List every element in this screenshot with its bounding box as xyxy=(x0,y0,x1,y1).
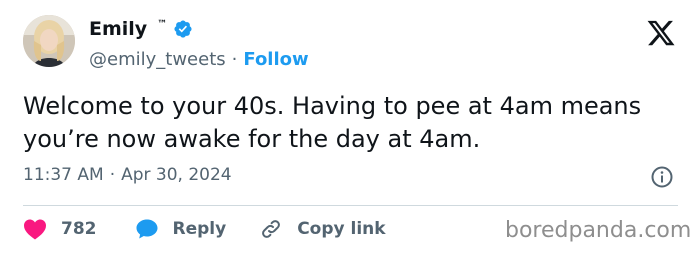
like-button[interactable]: 782 xyxy=(23,218,97,240)
tweet-time[interactable]: 11:37 AM xyxy=(23,165,104,185)
tweet-timestamp[interactable]: 11:37 AM · Apr 30, 2024 xyxy=(23,165,232,185)
follow-button[interactable]: Follow xyxy=(243,49,308,70)
verified-badge-icon xyxy=(173,19,193,39)
tweet-card: Emily ™ @emily_tweets · Follow Welcome t… xyxy=(0,0,700,256)
watermark: boredpanda.com xyxy=(505,218,692,243)
author-name-row: Emily ™ xyxy=(89,16,193,42)
x-logo-icon[interactable] xyxy=(645,18,677,48)
author-name[interactable]: Emily xyxy=(89,18,147,40)
tweet-text: Welcome to your 40s. Having to pee at 4a… xyxy=(23,92,642,153)
author-handle[interactable]: @emily_tweets xyxy=(89,49,226,70)
tweet-date[interactable]: Apr 30, 2024 xyxy=(121,165,232,185)
copy-link-button[interactable]: Copy link xyxy=(259,217,386,241)
like-count: 782 xyxy=(61,219,97,239)
action-bar: 782 Reply Copy link xyxy=(23,215,386,243)
meta-separator: · xyxy=(109,165,116,185)
divider xyxy=(23,205,678,206)
avatar-image xyxy=(23,15,75,67)
heart-icon xyxy=(23,218,47,240)
trademark-mark: ™ xyxy=(157,18,168,30)
handle-separator: · xyxy=(231,48,238,70)
reply-label: Reply xyxy=(172,219,227,239)
info-icon[interactable] xyxy=(650,165,674,189)
link-icon xyxy=(259,217,283,241)
avatar[interactable] xyxy=(23,15,75,67)
copy-link-label: Copy link xyxy=(297,219,386,239)
speech-bubble-icon xyxy=(135,217,159,241)
author-handle-row: @emily_tweets · Follow xyxy=(89,47,309,71)
reply-button[interactable]: Reply xyxy=(135,217,227,241)
